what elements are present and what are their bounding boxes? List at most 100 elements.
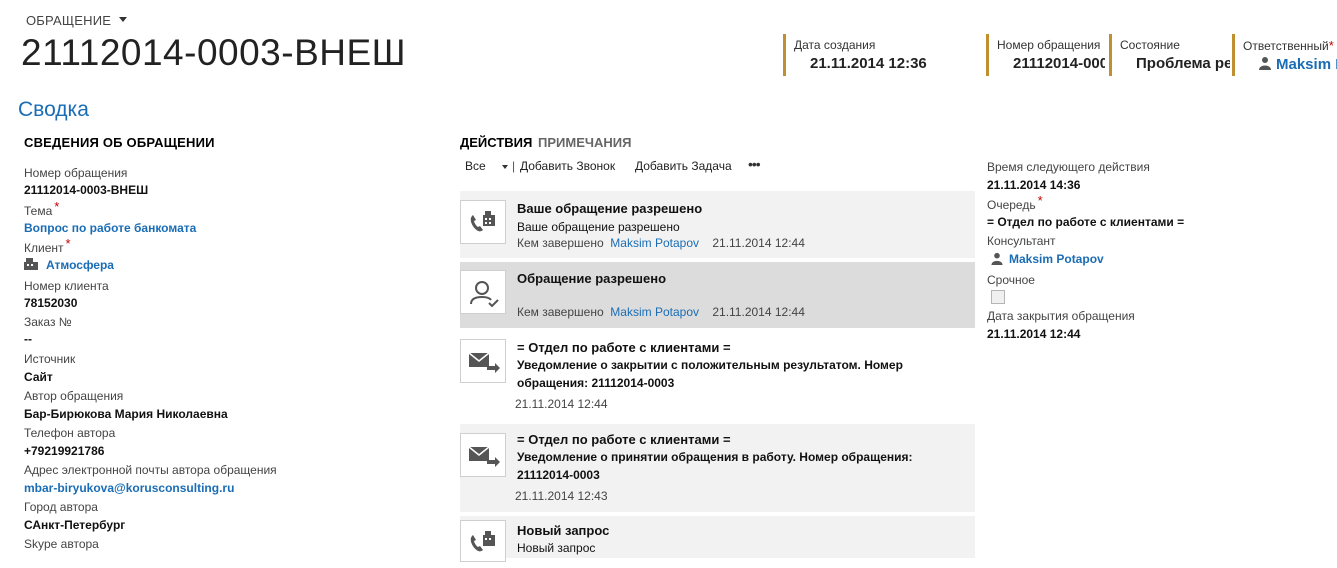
activity-description: Ваше обращение разрешено	[517, 220, 680, 234]
required-marker: *	[54, 199, 60, 214]
activity-item[interactable]: Новый запрос Новый запрос	[460, 516, 975, 562]
phone-fax-icon	[460, 520, 506, 562]
author-value: Бар-Бирюкова Мария Николаевна	[24, 407, 228, 421]
header-field-case-number: Номер обращения 21112014-0003-ВНЕШ	[986, 34, 1105, 76]
consultant-field[interactable]: Maksim Potapov	[987, 252, 1104, 266]
header-field-owner[interactable]: Ответственный* Maksim Potapov	[1232, 34, 1337, 76]
person-check-icon	[460, 270, 506, 314]
activity-date: 21.11.2014 12:43	[515, 489, 608, 503]
completed-by-link[interactable]: Maksim Potapov	[610, 236, 699, 250]
activity-description: Уведомление о закрытии с положительным р…	[517, 358, 903, 390]
activity-title[interactable]: Ваше обращение разрешено	[517, 201, 702, 216]
header-field-status: Состояние Проблема решена	[1109, 34, 1230, 76]
filter-label: Все	[465, 159, 486, 173]
section-title-summary: Сводка	[18, 98, 89, 121]
required-marker: *	[1328, 38, 1334, 53]
completed-by-label: Кем завершено	[517, 305, 604, 319]
activity-item[interactable]: = Отдел по работе с клиентами = Уведомле…	[460, 332, 975, 420]
subject-label: Тема *	[24, 199, 59, 218]
consultant-label: Консультант	[987, 234, 1056, 248]
completed-by-link[interactable]: Maksim Potapov	[610, 305, 699, 319]
owner-label: Ответственный	[1243, 39, 1329, 53]
more-actions-button[interactable]: •••	[748, 156, 761, 172]
owner-name[interactable]: Maksim Potapov	[1276, 56, 1337, 73]
author-skype-label: Skype автора	[24, 537, 99, 551]
header-field-label: Номер обращения	[997, 38, 1101, 52]
header-field-label: Дата создания	[794, 38, 876, 52]
tab-actions[interactable]: ДЕЙСТВИЯ	[460, 135, 532, 150]
user-icon	[1259, 57, 1271, 70]
customer-label-text: Клиент	[24, 241, 64, 255]
email-forward-icon	[460, 433, 506, 477]
page-title: 21112014-0003-ВНЕШ	[21, 32, 407, 73]
activity-date: 21.11.2014 12:44	[515, 397, 608, 411]
header-field-value: Проблема решена	[1136, 55, 1230, 72]
account-icon	[24, 258, 38, 270]
activity-date: 21.11.2014 12:44	[712, 305, 805, 319]
header-field-created-on: Дата создания 21.11.2014 12:36	[783, 34, 974, 76]
urgent-checkbox[interactable]	[991, 290, 1005, 304]
customer-label: Клиент *	[24, 236, 71, 255]
urgent-label: Срочное	[987, 273, 1035, 287]
activity-title[interactable]: = Отдел по работе с клиентами =	[517, 432, 731, 447]
next-action-value: 21.11.2014 14:36	[987, 178, 1081, 192]
activity-description: Новый запрос	[517, 541, 596, 555]
subject-link[interactable]: Вопрос по работе банкомата	[24, 221, 196, 235]
required-marker: *	[65, 236, 71, 251]
queue-label: Очередь *	[987, 193, 1043, 212]
activity-meta: Кем завершено Maksim Potapov 21.11.2014 …	[517, 236, 805, 250]
email-forward-icon	[460, 339, 506, 383]
user-icon	[991, 252, 1003, 265]
order-label: Заказ №	[24, 315, 72, 329]
customer-number-label: Номер клиента	[24, 279, 109, 293]
tab-notes[interactable]: ПРИМЕЧАНИЯ	[538, 135, 631, 150]
customer-link[interactable]: Атмосфера	[46, 258, 114, 272]
activity-item-selected[interactable]: Обращение разрешено Кем завершено Maksim…	[460, 262, 975, 328]
phone-fax-icon	[460, 200, 506, 244]
add-call-button[interactable]: Добавить Звонок	[520, 159, 615, 173]
subject-label-text: Тема	[24, 204, 53, 218]
customer-number-value: 78152030	[24, 296, 78, 310]
order-value: --	[24, 332, 32, 346]
toolbar-divider: |	[512, 159, 516, 173]
customer-field[interactable]: Атмосфера	[24, 258, 114, 272]
header-field-label: Состояние	[1120, 38, 1180, 52]
entity-type-label: ОБРАЩЕНИЕ	[26, 13, 112, 28]
add-task-button[interactable]: Добавить Задача	[635, 159, 732, 173]
header-field-label: Ответственный*	[1243, 38, 1337, 53]
entity-type-menu[interactable]: ОБРАЩЕНИЕ	[26, 13, 128, 28]
header-field-value: 21112014-0003-ВНЕШ	[1013, 55, 1105, 72]
required-marker: *	[1037, 193, 1043, 208]
next-action-label: Время следующего действия	[987, 160, 1150, 174]
activity-description: Уведомление о принятии обращения в работ…	[517, 450, 913, 482]
origin-label: Источник	[24, 352, 76, 366]
activity-meta: Кем завершено Maksim Potapov 21.11.2014 …	[517, 305, 805, 319]
activity-title[interactable]: Новый запрос	[517, 523, 609, 538]
author-phone-label: Телефон автора	[24, 426, 116, 440]
author-city-label: Город автора	[24, 500, 98, 514]
queue-link[interactable]: = Отдел по работе с клиентами =	[987, 215, 1184, 229]
close-date-value: 21.11.2014 12:44	[987, 327, 1081, 341]
header-field-value: 21.11.2014 12:36	[810, 55, 927, 72]
case-number-label: Номер обращения	[24, 166, 128, 180]
queue-label-text: Очередь	[987, 198, 1036, 212]
activity-title[interactable]: Обращение разрешено	[517, 271, 666, 286]
owner-link[interactable]: Maksim Potapov	[1259, 56, 1337, 73]
consultant-link[interactable]: Maksim Potapov	[1009, 252, 1104, 266]
activity-item[interactable]: Ваше обращение разрешено Ваше обращение …	[460, 191, 975, 258]
origin-value: Сайт	[24, 370, 53, 384]
chevron-down-icon	[501, 164, 508, 169]
activity-item[interactable]: = Отдел по работе с клиентами = Уведомле…	[460, 424, 975, 512]
activity-title[interactable]: = Отдел по работе с клиентами =	[517, 340, 731, 355]
author-city-value: САнкт-Петербург	[24, 518, 126, 532]
completed-by-label: Кем завершено	[517, 236, 604, 250]
case-number-value: 21112014-0003-ВНЕШ	[24, 183, 149, 197]
close-date-label: Дата закрытия обращения	[987, 309, 1135, 323]
activity-date: 21.11.2014 12:44	[712, 236, 805, 250]
author-email-label: Адрес электронной почты автора обращения	[24, 463, 277, 477]
author-email-link[interactable]: mbar-biryukova@korusconsulting.ru	[24, 481, 234, 495]
author-label: Автор обращения	[24, 389, 124, 403]
filter-dropdown[interactable]: Все	[465, 159, 508, 173]
author-phone-value: +79219921786	[24, 444, 105, 458]
case-info-title: СВЕДЕНИЯ ОБ ОБРАЩЕНИИ	[24, 135, 215, 150]
